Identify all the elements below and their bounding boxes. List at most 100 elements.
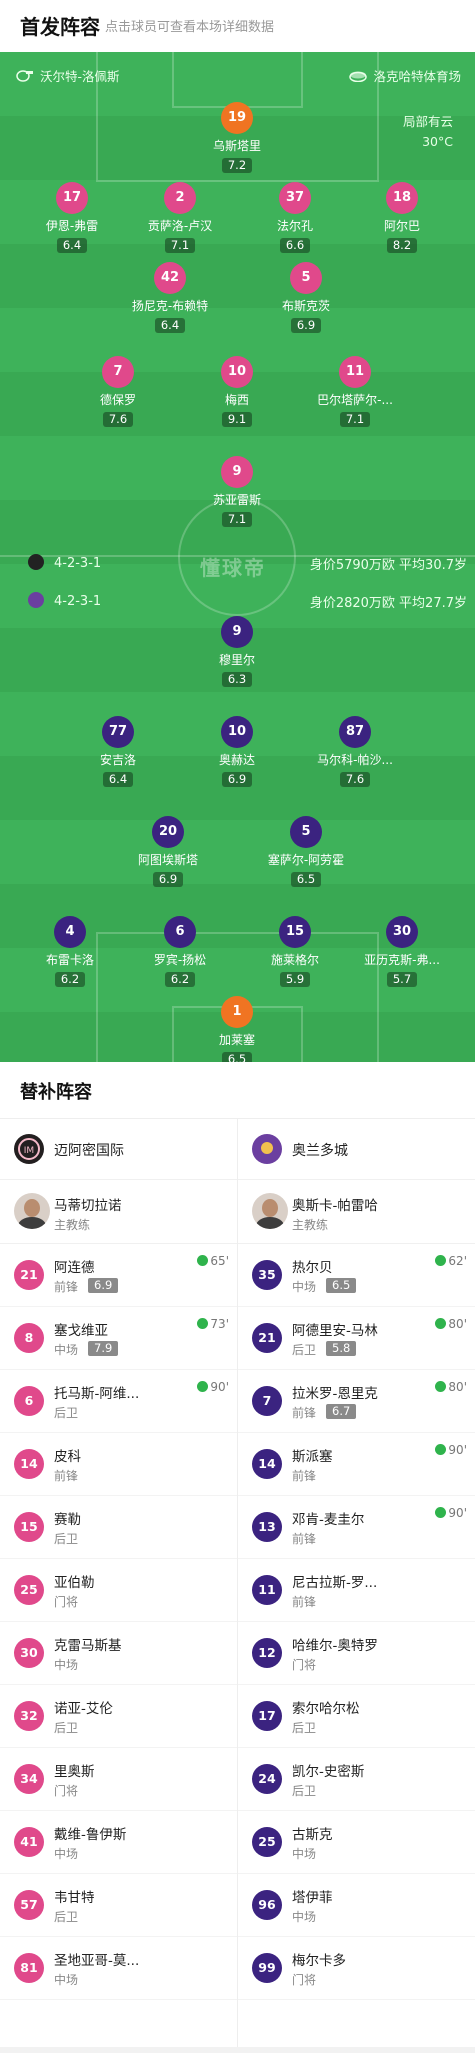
player-name: 阿尔巴 <box>383 219 420 233</box>
bench-player-row[interactable]: 14 皮科 前锋 <box>0 1433 237 1496</box>
page-title: 首发阵容 <box>20 15 100 39</box>
starter-player[interactable]: 87 马尔科-帕沙... 7.6 <box>295 716 415 787</box>
starter-player[interactable]: 10 梅西 9.1 <box>177 356 297 427</box>
bench-list-left: 21 阿连德 前锋 6.9 65' 8 塞戈维亚 中场 7.9 73' 6 托马斯-阿维... 后卫 90… <box>0 1244 237 2000</box>
bench-right-column: 奥兰多城 奥斯卡-帕雷哈 主教练 35 热尔贝 中场 6.5 62' 21 阿德里安-马林后… <box>238 1118 475 2000</box>
bench-player-row[interactable]: 15 赛勒 后卫 <box>0 1496 237 1559</box>
bench-player-name: 托马斯-阿维... <box>54 1386 140 1402</box>
player-number: 9 <box>221 616 253 648</box>
bench-player-row[interactable]: 41 戴维-鲁伊斯 中场 <box>0 1811 237 1874</box>
bench-player-number: 34 <box>14 1764 44 1794</box>
bench-player-name: 诺亚-艾伦 <box>54 1701 113 1717</box>
starter-player[interactable]: 11 巴尔塔萨尔-... 7.1 <box>295 356 415 427</box>
starter-player[interactable]: 17 伊恩-弗雷 6.4 <box>12 182 132 253</box>
player-name: 加莱塞 <box>218 1033 255 1047</box>
bench-player-position: 中场 <box>54 1973 79 1987</box>
bench-team-header-left[interactable]: IM 迈阿密国际 <box>0 1118 237 1180</box>
starter-player[interactable]: 5 布斯克茨 6.9 <box>246 262 366 333</box>
player-name: 扬尼克-布赖特 <box>131 299 209 313</box>
player-rating: 6.6 <box>279 238 311 253</box>
sub-on-minute: 90' <box>210 1380 229 1394</box>
player-name: 德保罗 <box>99 393 136 407</box>
starter-player[interactable]: 2 贡萨洛-卢汉 7.1 <box>120 182 240 253</box>
bench-player-row[interactable]: 13 邓肯-麦圭尔 前锋 90' <box>238 1496 475 1559</box>
starter-player[interactable]: 9 苏亚雷斯 7.1 <box>177 456 297 527</box>
starter-player[interactable]: 42 扬尼克-布赖特 6.4 <box>110 262 230 333</box>
bench-player-position: 前锋 <box>54 1280 79 1294</box>
bench-player-name: 克雷马斯基 <box>54 1638 122 1654</box>
bench-player-number: 14 <box>252 1449 282 1479</box>
bench-player-position: 后卫 <box>292 1343 317 1357</box>
bench-player-number: 21 <box>14 1260 44 1290</box>
coach-left[interactable]: 马蒂切拉诺 主教练 <box>0 1180 237 1244</box>
starter-player[interactable]: 20 阿图埃斯塔 6.9 <box>108 816 228 887</box>
coach-name: 马蒂切拉诺 <box>54 1198 122 1214</box>
bench-player-name: 皮科 <box>54 1449 81 1465</box>
starter-player[interactable]: 1 加莱塞 6.5 <box>177 996 297 1062</box>
starter-player[interactable]: 77 安吉洛 6.4 <box>58 716 178 787</box>
orlando-city-logo-icon <box>252 1134 282 1164</box>
bench-player-row[interactable]: 32 诺亚-艾伦 后卫 <box>0 1685 237 1748</box>
home-team-value: 身价2820万欧 平均27.7岁 <box>309 596 467 611</box>
bench-player-row[interactable]: 25 亚伯勒 门将 <box>0 1559 237 1622</box>
temperature: 30°C <box>422 134 453 149</box>
bench-player-row[interactable]: 81 圣地亚哥-莫... 中场 <box>0 1937 237 2000</box>
player-name: 塞萨尔-阿劳霍 <box>267 853 345 867</box>
bench-team-header-right[interactable]: 奥兰多城 <box>238 1118 475 1180</box>
bench-player-position: 门将 <box>292 1973 317 1987</box>
bench-player-name: 赛勒 <box>54 1512 81 1528</box>
bench-player-row[interactable]: 21 阿德里安-马林 后卫 5.8 80' <box>238 1307 475 1370</box>
bench-player-row[interactable]: 96 塔伊菲 中场 <box>238 1874 475 1937</box>
sub-on-icon <box>435 1444 447 1455</box>
sub-on-icon <box>435 1381 447 1392</box>
bench-player-row[interactable]: 35 热尔贝 中场 6.5 62' <box>238 1244 475 1307</box>
bench-player-row[interactable]: 24 凯尔-史密斯 后卫 <box>238 1748 475 1811</box>
starter-player[interactable]: 4 布雷卡洛 6.2 <box>10 916 130 987</box>
bench-player-row[interactable]: 30 克雷马斯基 中场 <box>0 1622 237 1685</box>
player-name: 苏亚雷斯 <box>212 493 261 507</box>
bench-player-row[interactable]: 99 梅尔卡多 门将 <box>238 1937 475 2000</box>
player-number: 10 <box>221 356 253 388</box>
bench-player-name: 尼古拉斯-罗... <box>292 1575 378 1591</box>
away-team-value: 身价5790万欧 平均30.7岁 <box>309 558 467 573</box>
bench-player-row[interactable]: 25 古斯克 中场 <box>238 1811 475 1874</box>
player-rating: 6.5 <box>290 872 322 887</box>
starter-player[interactable]: 19 乌斯塔里 7.2 <box>177 102 297 173</box>
page-subtitle: 点击球员可查看本场详细数据 <box>105 20 275 35</box>
coach-name: 奥斯卡-帕雷哈 <box>292 1198 378 1214</box>
bench-player-row[interactable]: 8 塞戈维亚 中场 7.9 73' <box>0 1307 237 1370</box>
starter-player[interactable]: 18 阿尔巴 8.2 <box>342 182 462 253</box>
player-name: 伊恩-弗雷 <box>45 219 99 233</box>
bench-player-number: 25 <box>14 1575 44 1605</box>
starter-player[interactable]: 10 奥赫达 6.9 <box>177 716 297 787</box>
starter-player[interactable]: 5 塞萨尔-阿劳霍 6.5 <box>246 816 366 887</box>
bench-player-row[interactable]: 21 阿连德 前锋 6.9 65' <box>0 1244 237 1307</box>
starter-player[interactable]: 7 德保罗 7.6 <box>58 356 178 427</box>
sub-on-icon <box>197 1318 209 1329</box>
starter-player[interactable]: 9 穆里尔 6.3 <box>177 616 297 687</box>
sub-on-minute: 62' <box>448 1254 467 1268</box>
sub-on-minute: 73' <box>210 1317 229 1331</box>
starter-player[interactable]: 15 施莱格尔 5.9 <box>235 916 355 987</box>
bench-player-row[interactable]: 12 哈维尔-奥特罗 门将 <box>238 1622 475 1685</box>
bench-player-name: 亚伯勒 <box>54 1575 95 1591</box>
starter-player[interactable]: 37 法尔孔 6.6 <box>235 182 355 253</box>
coach-right[interactable]: 奥斯卡-帕雷哈 主教练 <box>238 1180 475 1244</box>
starter-player[interactable]: 6 罗宾-扬松 6.2 <box>120 916 240 987</box>
starter-player[interactable]: 30 亚历克斯-弗... 5.7 <box>342 916 462 987</box>
bench-player-row[interactable]: 34 里奥斯 门将 <box>0 1748 237 1811</box>
bench-player-row[interactable]: 57 韦甘特 后卫 <box>0 1874 237 1937</box>
sub-on-time: 62' <box>435 1254 467 1268</box>
bench-player-row[interactable]: 6 托马斯-阿维... 后卫 90' <box>0 1370 237 1433</box>
bench-player-number: 81 <box>14 1953 44 1983</box>
bench-player-row[interactable]: 7 拉米罗-恩里克 前锋 6.7 80' <box>238 1370 475 1433</box>
player-name: 巴尔塔萨尔-... <box>317 393 393 407</box>
bench-player-name: 梅尔卡多 <box>292 1953 346 1969</box>
bench-player-number: 8 <box>14 1323 44 1353</box>
bench-player-number: 7 <box>252 1386 282 1416</box>
bench-player-row[interactable]: 14 斯派塞 前锋 90' <box>238 1433 475 1496</box>
bench-player-row[interactable]: 17 索尔哈尔松 后卫 <box>238 1685 475 1748</box>
referee-name: 沃尔特-洛佩斯 <box>40 69 120 84</box>
bench-player-row[interactable]: 11 尼古拉斯-罗... 前锋 <box>238 1559 475 1622</box>
bench-player-number: 12 <box>252 1638 282 1668</box>
